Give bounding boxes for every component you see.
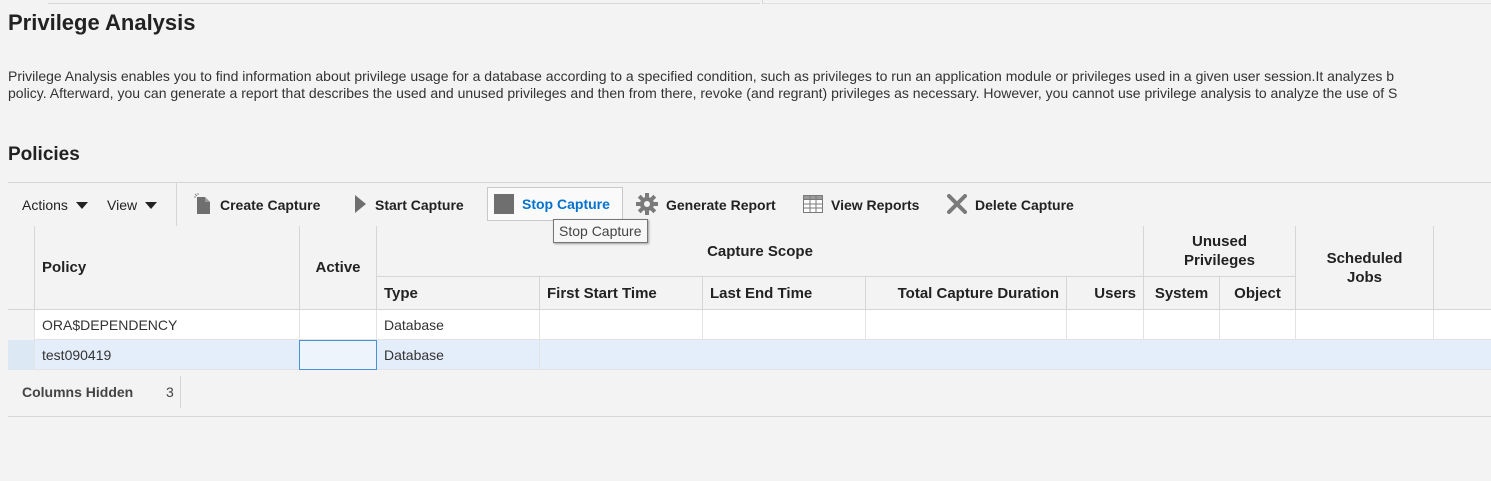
active-header-label: Active — [315, 259, 361, 276]
view-reports-label: View Reports — [831, 197, 920, 213]
users-cell — [1067, 340, 1144, 370]
generate-report-label: Generate Report — [666, 197, 776, 213]
table-row-selected[interactable]: test090419 Database — [8, 340, 1491, 370]
total-capture-duration-header-label: Total Capture Duration — [897, 284, 1059, 302]
scheduled-jobs-cell — [1296, 340, 1434, 370]
column-header-filler — [1434, 226, 1491, 310]
total-capture-duration-cell — [866, 310, 1067, 340]
toolbar-separator — [176, 183, 177, 227]
description-line-2: policy. Afterward, you can generate a re… — [8, 85, 1398, 101]
stop-capture-tooltip: Stop Capture — [553, 219, 648, 243]
object-cell — [1220, 310, 1296, 340]
start-capture-button[interactable]: Start Capture — [353, 183, 464, 227]
row-selector[interactable] — [8, 340, 35, 370]
policy-header-label: Policy — [42, 259, 87, 276]
type-cell: Database — [377, 310, 540, 340]
column-header-scheduled-jobs[interactable]: Scheduled Jobs — [1296, 226, 1434, 310]
description-line-1: Privilege Analysis enables you to find i… — [8, 68, 1395, 84]
top-divider — [48, 0, 760, 4]
policy-cell: ORA$DEPENDENCY — [35, 310, 300, 340]
unused-header-line-1: Unused — [1191, 233, 1247, 250]
columns-hidden-label: Columns Hidden — [22, 384, 134, 400]
type-cell: Database — [377, 340, 540, 370]
system-cell — [1144, 340, 1220, 370]
scheduled-jobs-cell — [1296, 310, 1434, 340]
page-description: Privilege Analysis enables you to find i… — [8, 68, 1491, 102]
table-row[interactable]: ORA$DEPENDENCY Database — [8, 310, 1491, 340]
policies-toolbar: Actions View Create Capture Start Captur… — [8, 182, 1491, 227]
scheduled-jobs-line-2: Jobs — [1346, 268, 1382, 286]
footer-separator — [180, 376, 181, 408]
policies-section-title: Policies — [8, 144, 80, 165]
active-cell — [300, 310, 377, 340]
column-header-type[interactable]: Type — [377, 277, 540, 310]
first-start-time-cell — [540, 310, 703, 340]
play-icon — [353, 194, 367, 217]
type-header-label: Type — [384, 284, 418, 302]
actions-label: Actions — [22, 197, 68, 213]
view-menu[interactable]: View — [107, 183, 158, 227]
column-group-capture-scope: Capture Scope — [377, 226, 1144, 277]
column-header-first-start-time[interactable]: First Start Time — [540, 277, 703, 310]
column-group-unused-privileges: Unused Privileges — [1144, 226, 1296, 277]
scheduled-jobs-line-1: Scheduled — [1326, 249, 1403, 267]
system-header-label: System — [1154, 284, 1209, 302]
total-capture-duration-cell — [866, 340, 1067, 370]
stop-capture-label: Stop Capture — [522, 196, 610, 212]
column-header-active[interactable]: Active — [300, 226, 377, 310]
system-cell — [1144, 310, 1220, 340]
generate-report-button[interactable]: Generate Report — [636, 183, 776, 227]
last-end-time-cell — [703, 310, 866, 340]
capture-scope-header-label: Capture Scope — [707, 242, 813, 260]
table-footer: Columns Hidden 3 — [8, 372, 1491, 417]
chevron-down-icon — [145, 201, 158, 209]
column-header-total-capture-duration[interactable]: Total Capture Duration — [866, 277, 1067, 310]
page-title: Privilege Analysis — [8, 10, 196, 35]
column-header-object[interactable]: Object — [1220, 277, 1296, 310]
create-capture-label: Create Capture — [220, 197, 321, 213]
actions-menu[interactable]: Actions — [22, 183, 88, 227]
view-label: View — [107, 197, 138, 213]
start-capture-label: Start Capture — [375, 197, 464, 213]
first-start-time-cell — [540, 340, 703, 370]
delete-capture-label: Delete Capture — [975, 197, 1074, 213]
users-cell — [1067, 310, 1144, 340]
users-header-label: Users — [1094, 284, 1136, 302]
table-icon — [803, 194, 823, 216]
delete-x-icon — [947, 193, 967, 217]
column-header-policy[interactable]: Policy — [35, 226, 300, 310]
active-cell-focused[interactable] — [299, 340, 377, 370]
column-header-users[interactable]: Users — [1067, 277, 1144, 310]
stop-icon — [494, 194, 514, 214]
object-header-label: Object — [1234, 284, 1281, 302]
row-selector-header — [8, 226, 35, 310]
create-capture-button[interactable]: Create Capture — [194, 183, 320, 227]
first-start-time-header-label: First Start Time — [547, 284, 657, 302]
view-reports-button[interactable]: View Reports — [803, 183, 919, 227]
policy-cell: test090419 — [35, 340, 300, 370]
column-header-system[interactable]: System — [1144, 277, 1220, 310]
unused-header-line-2: Privileges — [1184, 252, 1255, 269]
new-document-icon — [194, 192, 212, 218]
column-header-last-end-time[interactable]: Last End Time — [703, 277, 866, 310]
stop-capture-button[interactable]: Stop Capture — [487, 187, 623, 221]
object-cell — [1220, 340, 1296, 370]
delete-capture-button[interactable]: Delete Capture — [947, 183, 1074, 227]
last-end-time-cell — [703, 340, 866, 370]
last-end-time-header-label: Last End Time — [710, 284, 813, 302]
chevron-down-icon — [75, 201, 88, 209]
top-divider-right — [762, 0, 1491, 4]
row-selector[interactable] — [8, 310, 35, 340]
policies-table: Policy Active Capture Scope Type First S… — [8, 226, 1491, 371]
gear-icon — [636, 192, 658, 218]
columns-hidden-count[interactable]: 3 — [166, 384, 174, 400]
